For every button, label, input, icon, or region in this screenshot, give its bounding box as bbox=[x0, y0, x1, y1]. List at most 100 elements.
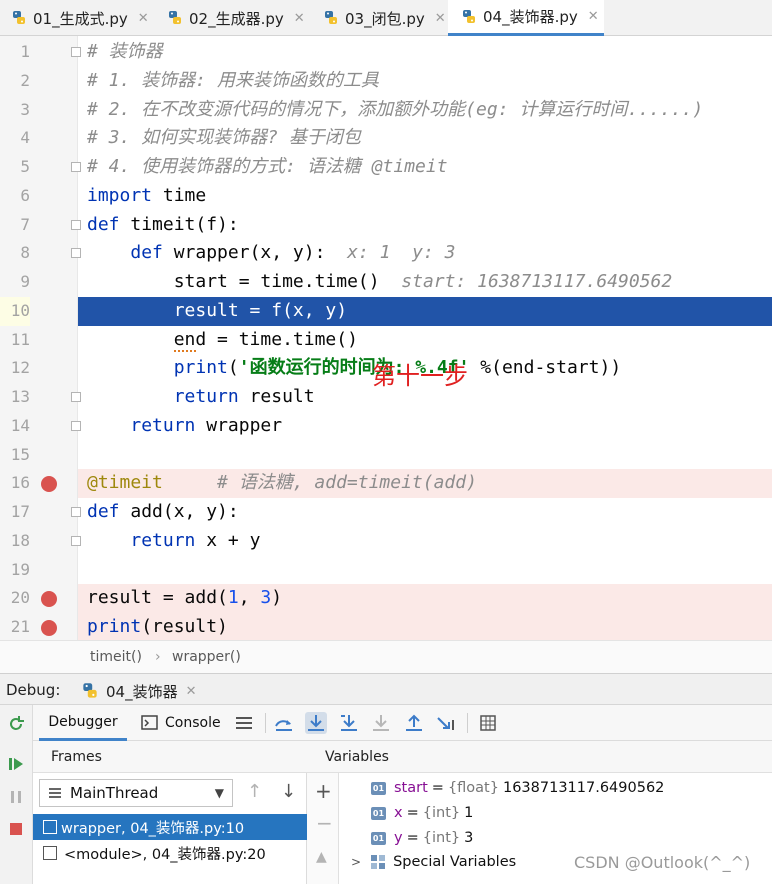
line-number[interactable]: 14 bbox=[0, 412, 30, 441]
line-number[interactable]: 20 bbox=[0, 584, 30, 613]
fold-marker-icon[interactable] bbox=[71, 392, 81, 402]
code-line[interactable]: 21 print(result) bbox=[0, 613, 772, 642]
run-to-cursor-icon[interactable] bbox=[435, 712, 457, 734]
line-number[interactable]: 6 bbox=[0, 182, 30, 211]
code-line[interactable]: 3 # 2. 在不改变源代码的情况下，添加额外功能(eg: 计算运行时间.....… bbox=[0, 96, 772, 125]
code-line[interactable]: 11 end = time.time() bbox=[0, 326, 772, 355]
layout-menu-icon[interactable] bbox=[233, 712, 255, 734]
variable-start[interactable]: 01 start = {float} 1638713117.6490562 bbox=[371, 776, 664, 800]
fold-marker-icon[interactable] bbox=[71, 219, 81, 230]
line-number[interactable]: 21 bbox=[0, 613, 30, 642]
step-out-icon[interactable] bbox=[403, 712, 425, 734]
line-number[interactable]: 12 bbox=[0, 354, 30, 383]
python-file-icon bbox=[10, 9, 28, 27]
line-number[interactable]: 9 bbox=[0, 268, 30, 297]
code-line[interactable]: 5 # 4. 使用装饰器的方式: 语法糖 @timeit bbox=[0, 153, 772, 182]
move-up-icon[interactable]: ▲ bbox=[316, 849, 327, 865]
breakpoint-icon[interactable] bbox=[41, 620, 57, 636]
code-text: @timeit # 语法糖, add=timeit(add) bbox=[87, 469, 477, 498]
breakpoint-icon[interactable] bbox=[41, 591, 57, 608]
line-number[interactable]: 2 bbox=[0, 67, 30, 96]
code-line[interactable]: 8 def wrapper(x, y): x: 1 y: 3 bbox=[0, 239, 772, 268]
line-number[interactable]: 5 bbox=[0, 153, 30, 182]
code-line[interactable]: 9 start = time.time() start: 1638713117.… bbox=[0, 268, 772, 297]
code-line[interactable]: 1 # 装饰器 bbox=[0, 38, 772, 67]
step-over-icon[interactable] bbox=[305, 712, 327, 734]
tab-02-generator[interactable]: 02_生成器.py ✕ bbox=[166, 0, 308, 36]
variable-y[interactable]: 01 y = {int} 3 bbox=[371, 826, 473, 850]
tab-debugger[interactable]: Debugger bbox=[39, 705, 127, 741]
code-text: def timeit(f): bbox=[87, 211, 239, 240]
variable-type: {int} bbox=[422, 830, 461, 846]
line-number[interactable]: 16 bbox=[0, 469, 30, 498]
code-line[interactable]: 18 return x + y bbox=[0, 527, 772, 556]
code-line[interactable]: 17 def add(x, y): bbox=[0, 498, 772, 527]
line-number[interactable]: 4 bbox=[0, 124, 30, 153]
tab-04-decorator[interactable]: 04_装饰器.py ✕ bbox=[448, 0, 604, 36]
fold-marker-icon[interactable] bbox=[71, 47, 81, 57]
close-icon[interactable]: ✕ bbox=[186, 684, 197, 699]
line-number[interactable]: 8 bbox=[0, 239, 30, 268]
stop-icon[interactable] bbox=[7, 820, 25, 842]
breadcrumb-item-wrapper[interactable]: wrapper() bbox=[172, 649, 241, 665]
frame-label: <module>, 04_装饰器.py:20 bbox=[64, 846, 266, 863]
close-icon[interactable]: ✕ bbox=[435, 11, 446, 26]
fold-marker-icon[interactable] bbox=[71, 420, 81, 431]
code-token: # 语法糖, add=timeit(add) bbox=[217, 472, 477, 494]
code-line[interactable]: 7 def timeit(f): bbox=[0, 211, 772, 240]
breakpoint-icon[interactable] bbox=[41, 476, 57, 493]
code-line[interactable]: 10 result = f(x, y) bbox=[0, 296, 772, 326]
code-line[interactable]: 15 bbox=[0, 441, 772, 470]
rerun-icon[interactable] bbox=[7, 715, 25, 737]
line-number[interactable]: 17 bbox=[0, 498, 30, 527]
line-number[interactable]: 10 bbox=[0, 296, 30, 326]
step-into-my-code-icon[interactable] bbox=[338, 712, 360, 734]
show-execution-point-icon[interactable] bbox=[273, 712, 295, 734]
fold-marker-icon[interactable] bbox=[71, 162, 81, 172]
debug-run-tab-label: 04_装饰器 bbox=[106, 682, 178, 701]
close-icon[interactable]: ✕ bbox=[588, 9, 599, 24]
debug-run-tab[interactable]: 04_装饰器 ✕ bbox=[80, 678, 197, 704]
line-number[interactable]: 7 bbox=[0, 211, 30, 240]
add-watch-icon[interactable]: + bbox=[315, 779, 332, 803]
evaluate-expression-icon[interactable] bbox=[477, 712, 499, 734]
line-number[interactable]: 13 bbox=[0, 383, 30, 412]
thread-selector[interactable]: MainThread ▼ bbox=[39, 779, 233, 807]
tab-console[interactable]: Console bbox=[141, 705, 221, 741]
line-number[interactable]: 18 bbox=[0, 527, 30, 556]
line-number[interactable]: 11 bbox=[0, 326, 30, 355]
code-line[interactable]: 2 # 1. 装饰器: 用来装饰函数的工具 bbox=[0, 67, 772, 96]
fold-marker-icon[interactable] bbox=[71, 507, 81, 517]
tab-03-closure[interactable]: 03_闭包.py ✕ bbox=[322, 0, 446, 36]
code-line[interactable]: 19 bbox=[0, 556, 772, 585]
frame-item-module[interactable]: <module>, 04_装饰器.py:20 bbox=[33, 840, 307, 866]
line-number[interactable]: 15 bbox=[0, 441, 30, 470]
fold-marker-icon[interactable] bbox=[71, 535, 81, 546]
frame-item-wrapper[interactable]: wrapper, 04_装饰器.py:10 bbox=[33, 814, 307, 840]
breadcrumb-item-timeit[interactable]: timeit() bbox=[90, 649, 142, 665]
resume-icon[interactable] bbox=[7, 755, 25, 777]
code-line[interactable]: 20 result = add(1, 3) bbox=[0, 584, 772, 613]
code-editor[interactable]: 1 # 装饰器 2 # 1. 装饰器: 用来装饰函数的工具 3 # 2. 在不改变源代码的… bbox=[0, 36, 772, 642]
tab-01-generator-expression[interactable]: 01_生成式.py ✕ bbox=[10, 0, 152, 36]
force-step-into-icon[interactable] bbox=[370, 712, 392, 734]
code-line[interactable]: 6 import time bbox=[0, 182, 772, 211]
code-line[interactable]: 4 # 3. 如何实现装饰器? 基于闭包 bbox=[0, 124, 772, 153]
line-number[interactable]: 19 bbox=[0, 556, 30, 585]
variable-x[interactable]: 01 x = {int} 1 bbox=[371, 801, 473, 825]
fold-marker-icon[interactable] bbox=[71, 248, 81, 259]
line-number[interactable]: 3 bbox=[0, 96, 30, 125]
code-line[interactable]: 14 return wrapper bbox=[0, 412, 772, 441]
next-frame-icon[interactable]: ↓ bbox=[281, 781, 296, 802]
code-line[interactable]: 16 @timeit # 语法糖, add=timeit(add) bbox=[0, 469, 772, 498]
line-number[interactable]: 1 bbox=[0, 38, 30, 67]
close-icon[interactable]: ✕ bbox=[294, 11, 305, 26]
special-variables-node[interactable]: > Special Variables bbox=[351, 850, 516, 874]
previous-frame-icon[interactable]: ↑ bbox=[247, 781, 262, 802]
close-icon[interactable]: ✕ bbox=[138, 11, 149, 26]
code-token: # 4. 使用装饰器的方式: 语法糖 @timeit bbox=[87, 156, 448, 177]
pause-icon[interactable] bbox=[7, 788, 25, 810]
remove-watch-icon[interactable]: − bbox=[316, 811, 333, 835]
